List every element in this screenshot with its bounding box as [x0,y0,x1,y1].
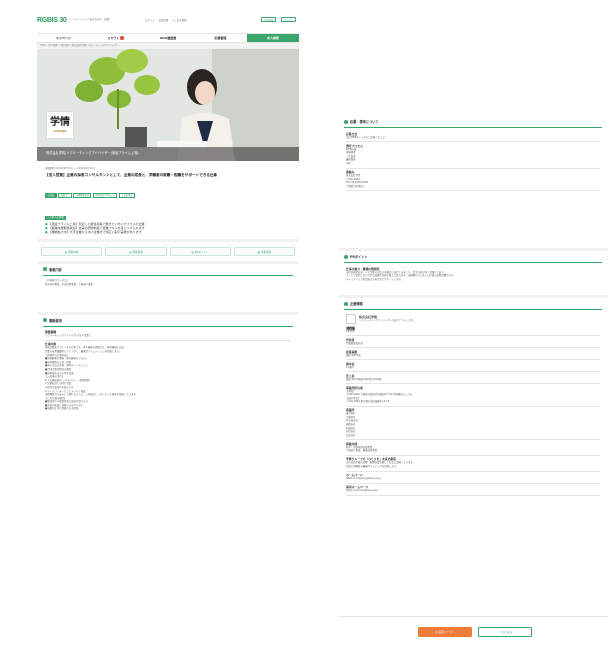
menu-applications[interactable]: 応募管理 [194,34,246,42]
company-section: 企業情報 学情 株式会社学情 リクルーティングアドバイザー(東証プライム上場) … [338,298,608,618]
section-icon [43,267,47,272]
company-logo-sub: GAKUJO [53,129,67,133]
section-title: 募集要項 [37,315,299,326]
divider [344,262,602,263]
company-logo: 学情 GAKUJO [46,111,74,139]
left-page-capture: RGBIS 30 ドライバージョブ 株式会社社・就職サイト ログイン 会員登録 … [37,12,299,540]
menu-resume[interactable]: Web履歴書 [142,34,194,42]
hero-company-name: 株式会社学情[リクルーティングアドバイザー(東証プライム上場) [46,151,139,155]
office-photo [37,49,299,161]
field-value: 広島支社 [346,433,356,437]
field-value: 企業と求職者の最適なマッチングを実現します。 [346,465,399,468]
field-value: 代表取締役社長 [346,341,363,345]
header-nav: ログイン 会員登録 よくある質問 [145,18,186,22]
jump-business-button[interactable]: ▤ 募集内容 [41,246,103,256]
apply-button[interactable]: ✉ 応募ページへ [418,627,472,637]
tag: 正社員 [45,192,57,199]
divider [43,274,293,276]
field-value: 当社WEBサイトからご応募ください [346,135,385,139]
right-page-capture: 応募・選考について 応募方法 当社WEBサイトからご応募ください 選考プロセス WEB… [338,116,608,642]
field-value: リクルーティングアドバイザー(法人営業) [45,334,90,338]
company-fields: 設立 1976年 代表者 代表取締役社長 従業員数 連結 約500名 資本金 15億円 売上高連… [338,326,608,495]
jump-company-button[interactable]: ▦ 企業情報 [233,246,295,256]
apply-section: 応募・選考について 応募方法 当社WEBサイトからご応募ください 選考プロセス WEB… [338,116,608,248]
job-tags: 正社員 転勤なし 未経験者歓迎 年間休日120日以上 土日祝休み [45,181,291,200]
field-value: 内定 [346,161,351,165]
notification-badge [120,36,124,40]
field-value: 人材紹介事業、教育研修事業 [346,449,378,453]
work-line: ■成果が正当に評価される環境 [45,407,79,411]
company-header: 学情 株式会社学情 リクルーティングアドバイザー(東証プライム上場) [338,313,608,331]
site-logo[interactable]: RGBIS 30 [37,17,67,24]
pr-section: PRポイント 仕事の魅力・職場の雰囲気 当社は創業以来、人と企業の出会いを創造し… [338,251,608,295]
section-icon [43,318,47,323]
menu-scout[interactable]: スカウト [89,34,141,42]
site-tagline: ドライバージョブ 株式会社社・就職サイト [70,18,110,21]
feature-label: この求人の特徴 [45,215,66,220]
business-section: 事業内容 【人材紹介サービス】 新卒採用事業、中途採用事業、人材紹介事業 [37,263,299,312]
job-title: 【法人営業】企業の採用コンサルタントとして、企業の成長と、求職者の就職・転職をサ… [45,172,217,177]
section-title: 応募・選考について [338,116,608,127]
header-nav-item[interactable]: よくある質問 [172,18,186,22]
section-title: PRポイント [338,251,608,262]
field-value: https://recruit.gakujo.ne.jp [346,488,378,492]
tag: 転勤なし [58,192,72,199]
tag: 未経験者歓迎 [73,192,92,199]
company-names: 株式会社学情 リクルーティングアドバイザー(東証プライム上場) [359,315,413,323]
site-header: RGBIS 30 ドライバージョブ 株式会社社・就職サイト ログイン 会員登録 … [37,12,299,34]
sticky-footer: ✉ 応募ページへ ♡ 気になる [338,616,608,642]
field-value: 連結 約100億円(2023年10月期) [346,377,382,381]
tag: 土日祝休み [118,192,135,199]
section-icon [344,254,348,259]
register-button[interactable]: 会員登録 [261,17,277,22]
field-value: 〒104-0061 東京都中央区銀座4-12-15 [346,400,390,404]
menu-job-search[interactable]: 求人検索 [246,34,299,42]
company-logo-small: 学情 [346,313,356,331]
pr-line: キャリアアップを目指す方を全力でサポートします。 [346,277,404,281]
job-summary-card: 掲載期間 2024年9月11日 〜 2024年9月24日 【法人営業】企業の採用… [37,161,299,239]
favorite-button[interactable]: ♡ 気になる [478,627,532,637]
field-value: 連結 約500名 [346,353,361,357]
divider [344,309,602,310]
header-nav-item[interactable]: ログイン [145,18,155,22]
login-button[interactable]: ログイン [281,17,297,22]
section-icon [344,301,348,306]
company-sub: リクルーティングアドバイザー(東証プライム上場) [359,319,414,322]
section-jump-buttons: ▤ 募集内容 ▤ 募集要項 ▤ PRポイント ▦ 企業情報 [37,241,299,261]
jump-recruit-button[interactable]: ▤ 募集要項 [105,246,167,256]
section-icon [344,119,348,124]
field-value: https://company.gakujo.ne.jp [346,476,381,480]
header-nav-item[interactable]: 会員登録 [159,18,169,22]
section-title: 事業内容 [37,264,299,275]
feature-bullet: ● 【業績拡大中】大手企業から中小企業まで幅広い取引実績があります [45,230,142,235]
field-value: 人事部 採用担当 [346,184,364,188]
field-value: 15億円 [346,365,354,369]
tag: 年間休日120日以上 [92,192,118,199]
work-description: 採用活動をサポートする仕事です。求人媒体の提案から、採用戦略の立案、 企業の採用課… [37,346,299,411]
divider [43,325,293,327]
apply-fields: 応募方法 当社WEBサイトからご応募ください 選考プロセス WEB応募 書類選考 一次面接… [338,132,608,191]
jump-pr-button[interactable]: ▤ PRポイント [169,246,231,256]
menu-mypage[interactable]: マイページ [37,34,89,42]
business-line: 新卒採用事業、中途採用事業、人材紹介事業 [45,283,93,286]
divider [344,127,602,128]
company-logo-mark: 学情 [50,117,70,128]
main-menu: マイページ スカウト Web履歴書 応募管理 求人検索 [37,34,299,43]
section-title: 企業情報 [338,298,608,309]
posting-period: 掲載期間 2024年9月11日 〜 2024年9月24日 [45,167,95,170]
field-value: 1976年 [346,329,355,333]
recruit-section: 募集要項 募集職種 リクルーティングアドバイザー(法人営業) 仕事内容 採用活動… [37,314,299,540]
hero-image: 学情 GAKUJO 株式会社学情[リクルーティングアドバイザー(東証プライム上場… [37,49,299,161]
